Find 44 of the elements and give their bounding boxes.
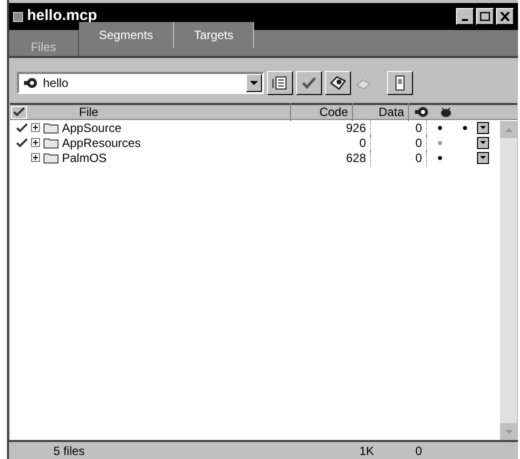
code-size: 628 [309, 148, 371, 166]
maximize-button[interactable] [476, 8, 494, 25]
data-size: 0 [371, 118, 427, 136]
list-icon [272, 76, 288, 90]
column-header[interactable]: File [27, 103, 291, 121]
data-size: 0 [371, 134, 427, 152]
target-dropdown[interactable]: hello [17, 72, 264, 94]
minimize-icon [462, 18, 468, 20]
code-total: 1K [358, 442, 374, 459]
file-name: AppResources [62, 134, 141, 152]
close-button[interactable] [496, 8, 514, 25]
checkmark-icon[interactable] [16, 138, 28, 148]
expand-icon[interactable] [31, 123, 40, 132]
device-icon [395, 75, 405, 91]
maximize-icon [480, 12, 490, 21]
device-button[interactable] [387, 71, 413, 95]
toolbar-button[interactable] [267, 71, 293, 95]
toolbar-button[interactable] [296, 71, 322, 95]
code-size: 926 [309, 118, 371, 136]
data-total: 0 [414, 442, 422, 459]
document-icon [13, 12, 23, 22]
minimize-button[interactable] [456, 8, 474, 25]
file-count: 5 files [52, 442, 86, 459]
folder-icon [43, 136, 59, 148]
checkmark-icon[interactable] [16, 122, 28, 132]
close-icon [500, 12, 510, 21]
code-size: 0 [309, 134, 371, 152]
toolbar-button[interactable] [325, 71, 351, 95]
file-name: AppSource [62, 120, 122, 136]
expand-icon[interactable] [31, 153, 40, 162]
plug-icon [23, 77, 39, 89]
checkmark-icon [301, 76, 317, 90]
expand-icon[interactable] [31, 138, 40, 147]
column-header[interactable]: Code [291, 103, 353, 121]
tab[interactable]: Targets [174, 22, 254, 48]
column-header[interactable]: Data [353, 103, 409, 121]
plug-icon [414, 106, 430, 118]
target-name: hello [43, 75, 68, 92]
file-name: PalmOS [62, 150, 107, 166]
data-size: 0 [371, 148, 427, 166]
tab[interactable]: Segments [79, 22, 174, 48]
checkmark-icon[interactable] [13, 107, 25, 117]
folder-icon [43, 152, 59, 164]
bug-icon [439, 106, 453, 118]
